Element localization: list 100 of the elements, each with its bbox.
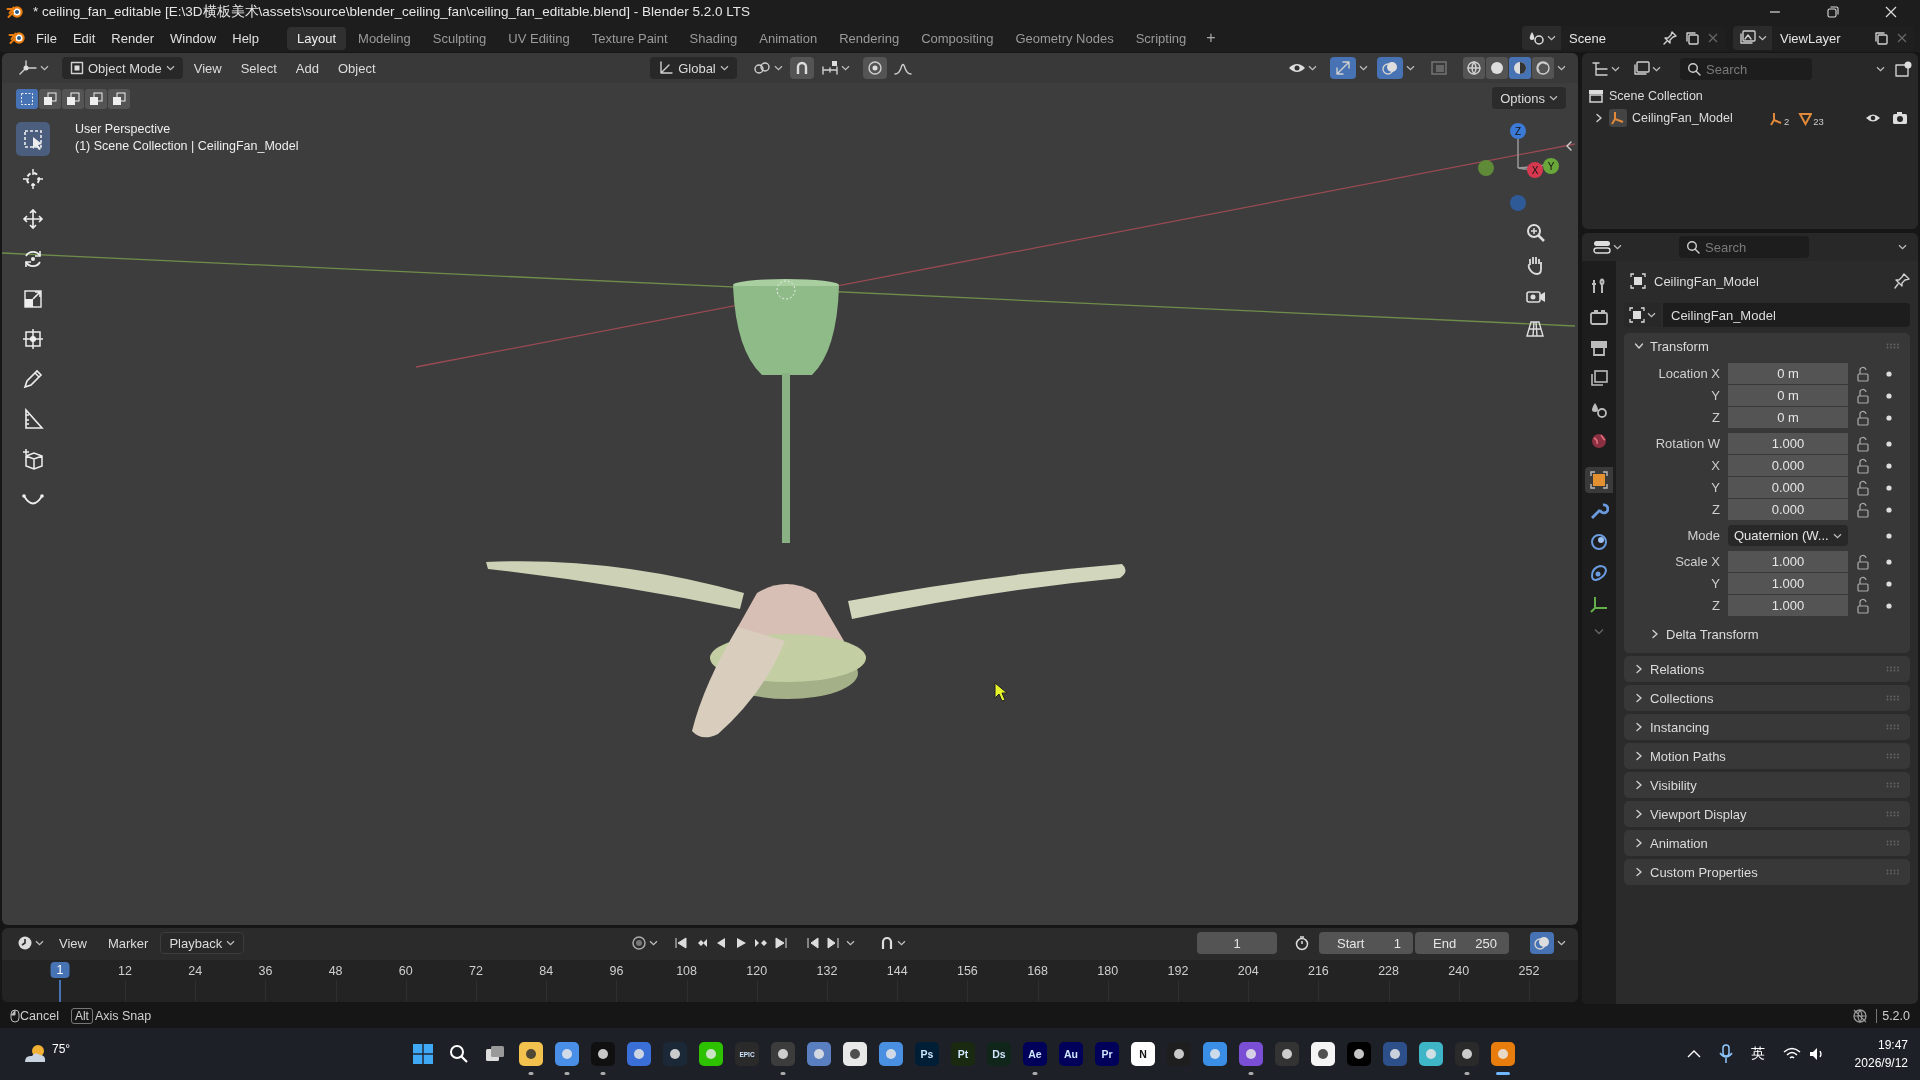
app-glyph-tile: Au xyxy=(1059,1042,1083,1066)
taskbar-app-button[interactable]: Pt xyxy=(945,1032,981,1076)
panel-header[interactable]: Instancing xyxy=(1650,719,1710,735)
field-label: Rotation W xyxy=(1654,436,1720,451)
menu-item[interactable]: Edit xyxy=(64,27,104,49)
outliner-item[interactable]: Scene Collection xyxy=(1609,89,1703,103)
viewport-info-text: (1) Scene Collection | CeilingFan_Model xyxy=(75,139,299,153)
frame-number: 96 xyxy=(609,964,624,978)
add-workspace-button[interactable]: + xyxy=(1198,26,1224,50)
scene-field[interactable]: Scene xyxy=(1561,26,1725,50)
workspace-tab[interactable]: Texture Paint xyxy=(581,26,678,50)
workspace-tab[interactable]: Compositing xyxy=(911,26,1004,50)
menu-item[interactable]: Select xyxy=(232,57,285,79)
current-frame-field[interactable]: 1 xyxy=(1197,932,1277,954)
axis-label: X xyxy=(1531,165,1539,176)
panel-header[interactable]: Relations xyxy=(1650,661,1705,677)
menu-item[interactable]: View xyxy=(50,932,96,954)
frame-number: 60 xyxy=(398,964,413,978)
number-field[interactable]: 0 m xyxy=(1728,363,1848,384)
field-label: End xyxy=(1433,935,1457,951)
playback-dropdown[interactable]: Playback xyxy=(160,932,245,954)
taskbar-app-button[interactable]: N xyxy=(1125,1032,1161,1076)
child-count: 23 xyxy=(1813,115,1824,127)
field-label: Y xyxy=(1710,388,1720,403)
workspace-tab[interactable]: Layout xyxy=(287,26,347,50)
end-frame-field[interactable]: End 250 xyxy=(1415,932,1509,954)
axis-label: Z xyxy=(1514,126,1522,137)
workspace-tab[interactable]: Animation xyxy=(749,26,828,50)
menu-item[interactable]: Marker xyxy=(98,932,158,954)
frame-number: 156 xyxy=(956,964,978,978)
workspace-tab[interactable]: UV Editing xyxy=(498,26,580,50)
number-field[interactable]: 0.000 xyxy=(1728,455,1848,476)
clock-date: 2026/9/12 xyxy=(1854,1056,1908,1070)
app-glyph-tile: N xyxy=(1131,1042,1155,1066)
menu-item[interactable]: Object xyxy=(329,57,384,79)
menu-item[interactable]: Help xyxy=(224,27,267,49)
status-hint: Cancel xyxy=(20,1009,59,1023)
mode-dropdown[interactable]: Quaternion (W... xyxy=(1728,525,1848,546)
frame-number: 48 xyxy=(328,964,343,978)
menu-item[interactable]: View xyxy=(185,57,230,79)
outliner-item[interactable]: CeilingFan_Model xyxy=(1632,111,1764,125)
menu-item[interactable]: Render xyxy=(103,27,162,49)
menu-item[interactable]: Window xyxy=(162,27,225,49)
child-count: 2 xyxy=(1784,115,1790,127)
number-field[interactable]: 0 m xyxy=(1728,407,1848,428)
number-field[interactable]: 0.000 xyxy=(1728,477,1848,498)
menu-item[interactable]: Add xyxy=(287,57,327,79)
menu-item[interactable]: File xyxy=(28,27,65,49)
panel-header[interactable]: Transform xyxy=(1650,338,1709,354)
object-name-field[interactable]: CeilingFan_Model xyxy=(1663,303,1910,327)
panel-header[interactable]: Viewport Display xyxy=(1650,806,1747,822)
version-text: 5.2.0 xyxy=(1876,1009,1910,1023)
panel-header[interactable]: Motion Paths xyxy=(1650,748,1726,764)
subpanel-header[interactable]: Delta Transform xyxy=(1666,626,1759,642)
taskbar-app-button[interactable]: Au xyxy=(1053,1032,1089,1076)
view-layer-field[interactable]: ViewLayer xyxy=(1772,26,1914,50)
workspace-tab[interactable]: Rendering xyxy=(829,26,910,50)
number-field[interactable]: 1.000 xyxy=(1728,551,1848,572)
workspace-tab[interactable]: Shading xyxy=(679,26,748,50)
clock-time: 19:47 xyxy=(1877,1038,1908,1052)
panel-header[interactable]: Animation xyxy=(1650,835,1708,851)
field-label: Scale X xyxy=(1674,554,1720,569)
orientation-dropdown[interactable]: Global xyxy=(650,57,737,79)
frame-number: 168 xyxy=(1027,964,1048,978)
workspace-tab[interactable]: Modeling xyxy=(348,26,421,50)
panel-header[interactable]: Custom Properties xyxy=(1650,864,1758,880)
workspace-tab[interactable]: Scripting xyxy=(1125,26,1197,50)
taskbar-app-button[interactable]: Ps xyxy=(909,1032,945,1076)
search-field[interactable]: Search xyxy=(1679,236,1809,258)
field-label: Mode xyxy=(1686,528,1720,543)
playhead-marker[interactable]: 1 xyxy=(50,962,70,978)
taskbar-app-button[interactable]: Ds xyxy=(981,1032,1017,1076)
workspace-tab[interactable]: Sculpting xyxy=(422,26,497,50)
status-hint: Axis Snap xyxy=(94,1009,152,1023)
taskbar-app-button[interactable]: Pr xyxy=(1089,1032,1125,1076)
number-field[interactable]: 1.000 xyxy=(1728,433,1848,454)
mode-dropdown[interactable]: Object Mode xyxy=(62,57,183,79)
field-label: Y xyxy=(1710,480,1720,495)
app-glyph-tile: Pr xyxy=(1095,1042,1119,1066)
input-method-indicator[interactable]: 英 xyxy=(1750,1045,1765,1063)
taskbar-app-button[interactable]: Ae xyxy=(1017,1032,1053,1076)
start-frame-field[interactable]: Start 1 xyxy=(1319,932,1413,954)
number-field[interactable]: 1.000 xyxy=(1728,573,1848,594)
frame-number: 24 xyxy=(188,964,203,978)
field-label: Z xyxy=(1711,410,1720,425)
number-field[interactable]: 0 m xyxy=(1728,385,1848,406)
viewport-info-text: User Perspective xyxy=(75,122,172,136)
panel-header[interactable]: Visibility xyxy=(1650,777,1697,793)
search-field[interactable]: Search xyxy=(1680,58,1812,80)
panel-header[interactable]: Collections xyxy=(1650,690,1714,706)
frame-number: 84 xyxy=(539,964,554,978)
object-name: CeilingFan_Model xyxy=(1654,273,1759,289)
frame-number: 216 xyxy=(1307,964,1329,978)
options-dropdown[interactable]: Options xyxy=(1492,87,1566,109)
number-field[interactable]: 1.000 xyxy=(1728,595,1848,616)
scene-name: Scene xyxy=(1569,30,1607,46)
number-field[interactable]: 0.000 xyxy=(1728,499,1848,520)
navigation-gizmo[interactable]: Z X Y xyxy=(1478,123,1559,211)
workspace-tab[interactable]: Geometry Nodes xyxy=(1005,26,1124,50)
frame-number: 144 xyxy=(886,964,908,978)
